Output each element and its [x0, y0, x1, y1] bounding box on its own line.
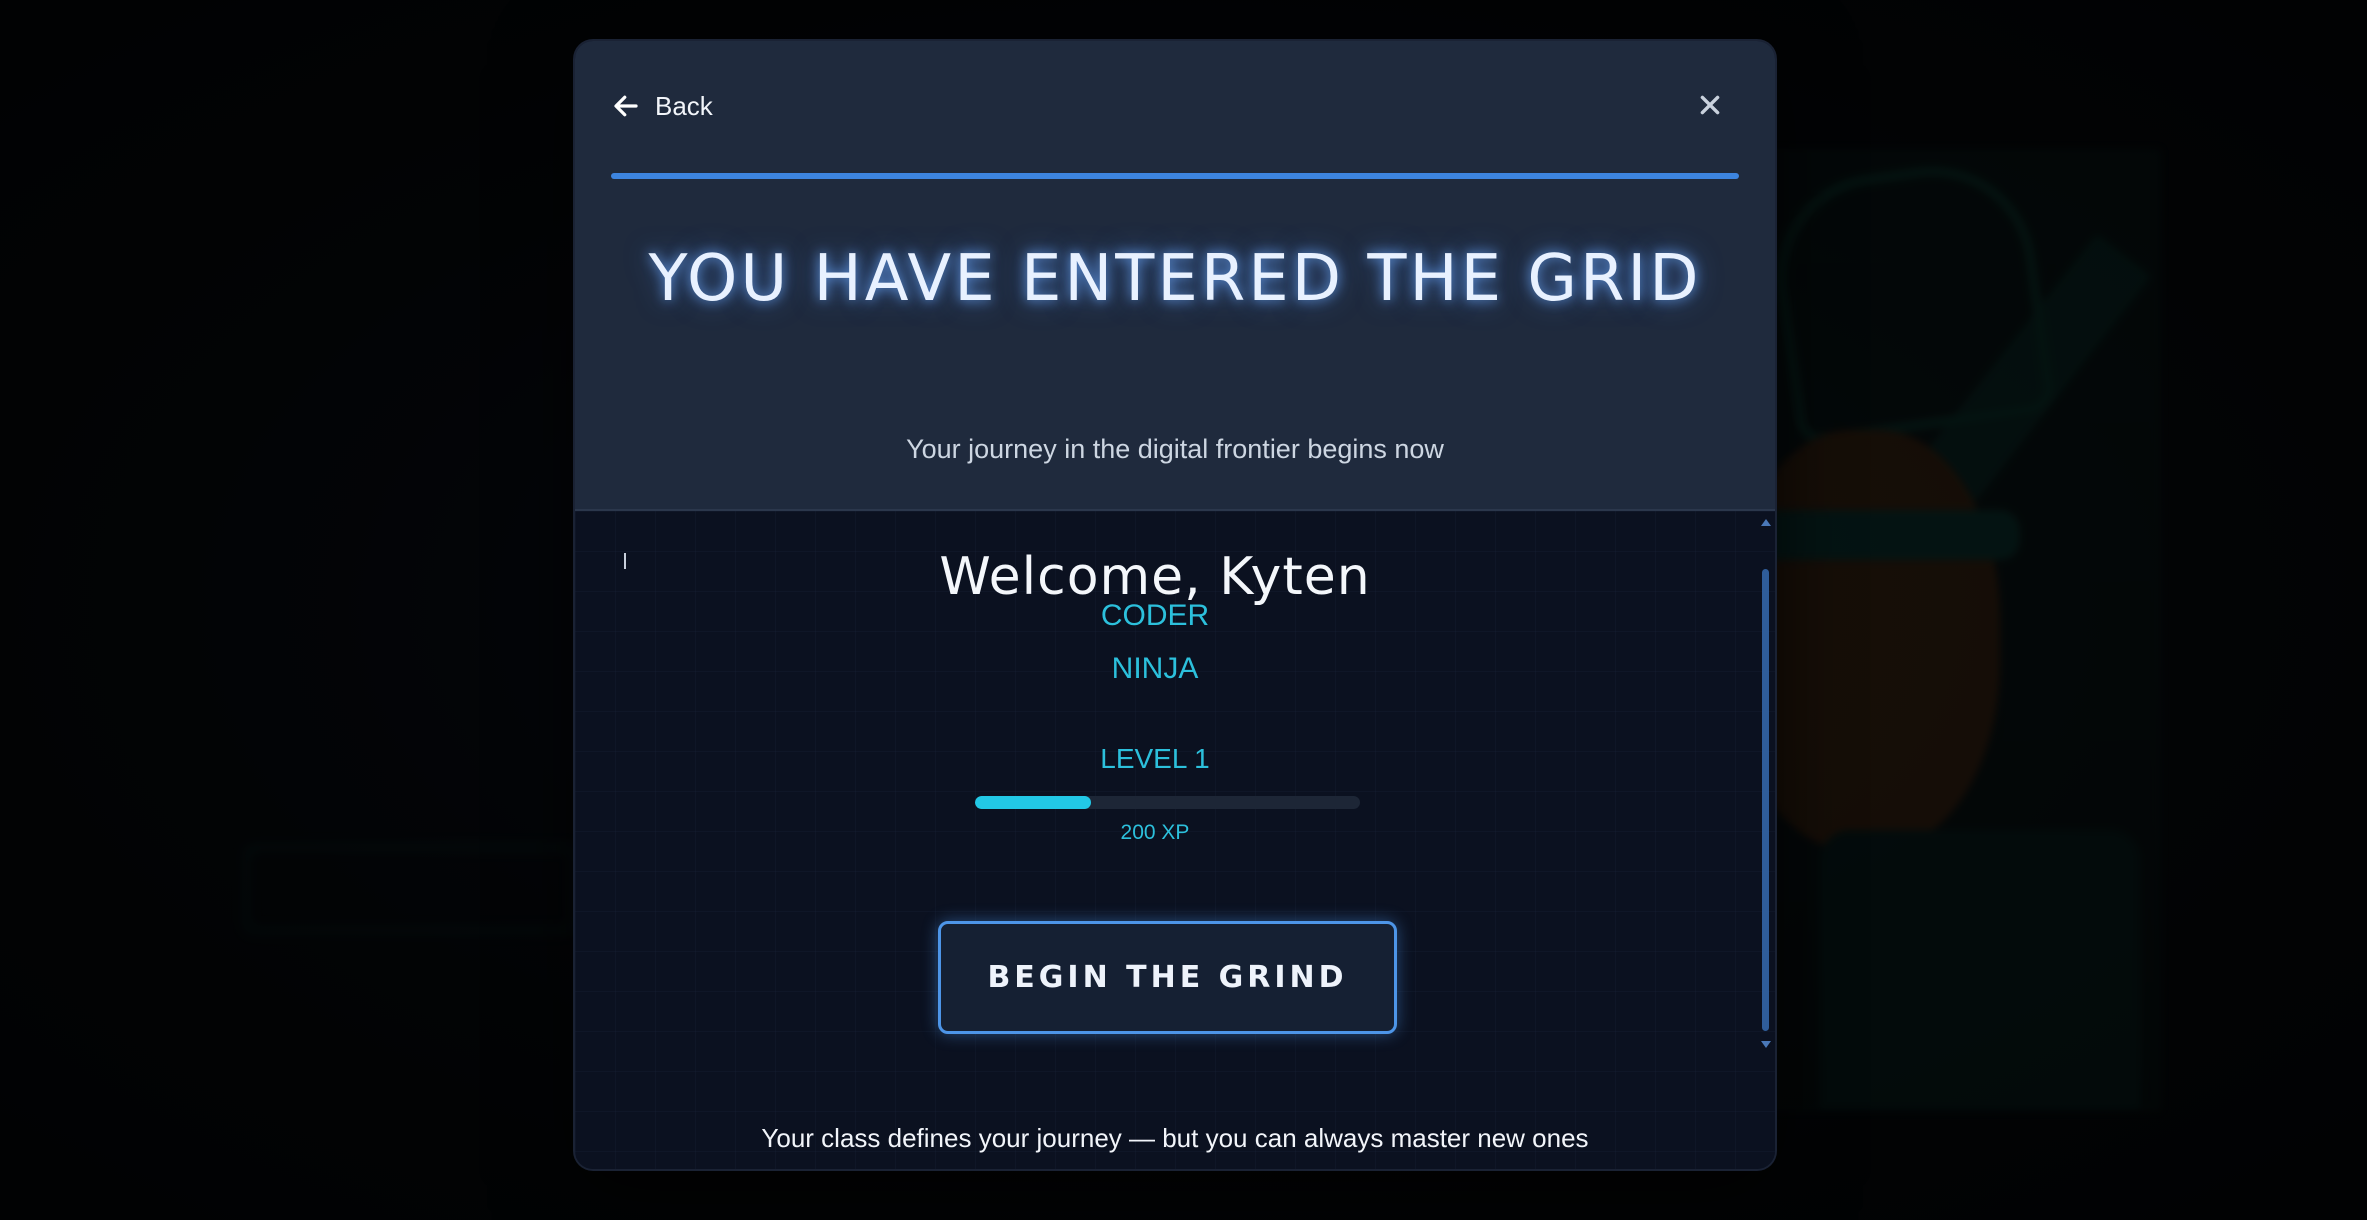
class-name-line-2: NINJA: [1111, 652, 1199, 685]
onboarding-modal: Back YOU HAVE ENTERED THE GRID Your jour…: [575, 41, 1775, 1169]
class-name-line-1: CODER: [1100, 599, 1210, 632]
xp-value: 200 XP: [1120, 821, 1190, 844]
xp-progress-track: [975, 796, 1360, 809]
scroll-up-arrow-icon[interactable]: [1761, 519, 1771, 526]
modal-subtitle: Your journey in the digital frontier beg…: [906, 434, 1444, 464]
back-button[interactable]: Back: [611, 83, 713, 129]
modal-header: Back YOU HAVE ENTERED THE GRID Your jour…: [575, 41, 1775, 511]
close-button[interactable]: [1690, 85, 1730, 125]
scrollbar[interactable]: [1760, 511, 1772, 1051]
level-label: LEVEL 1: [1100, 743, 1210, 774]
welcome-heading: Welcome, Kyten: [939, 547, 1371, 607]
xp-progress-fill: [975, 796, 1091, 809]
scrollbar-thumb[interactable]: [1762, 569, 1769, 1031]
close-icon: [1700, 95, 1720, 115]
begin-button-label: BEGIN THE GRIND: [987, 960, 1348, 995]
modal-title: YOU HAVE ENTERED THE GRID: [648, 242, 1702, 316]
arrow-left-icon: [614, 95, 638, 117]
class-footnote: Your class defines your journey — but yo…: [761, 1123, 1589, 1153]
begin-the-grind-button[interactable]: BEGIN THE GRIND: [938, 921, 1397, 1034]
back-label: Back: [655, 90, 713, 121]
step-progress-bar: [611, 173, 1739, 179]
scroll-down-arrow-icon[interactable]: [1761, 1041, 1771, 1048]
modal-body[interactable]: Welcome, Kyten CODER NINJA LEVEL 1 200 X…: [575, 511, 1775, 1169]
